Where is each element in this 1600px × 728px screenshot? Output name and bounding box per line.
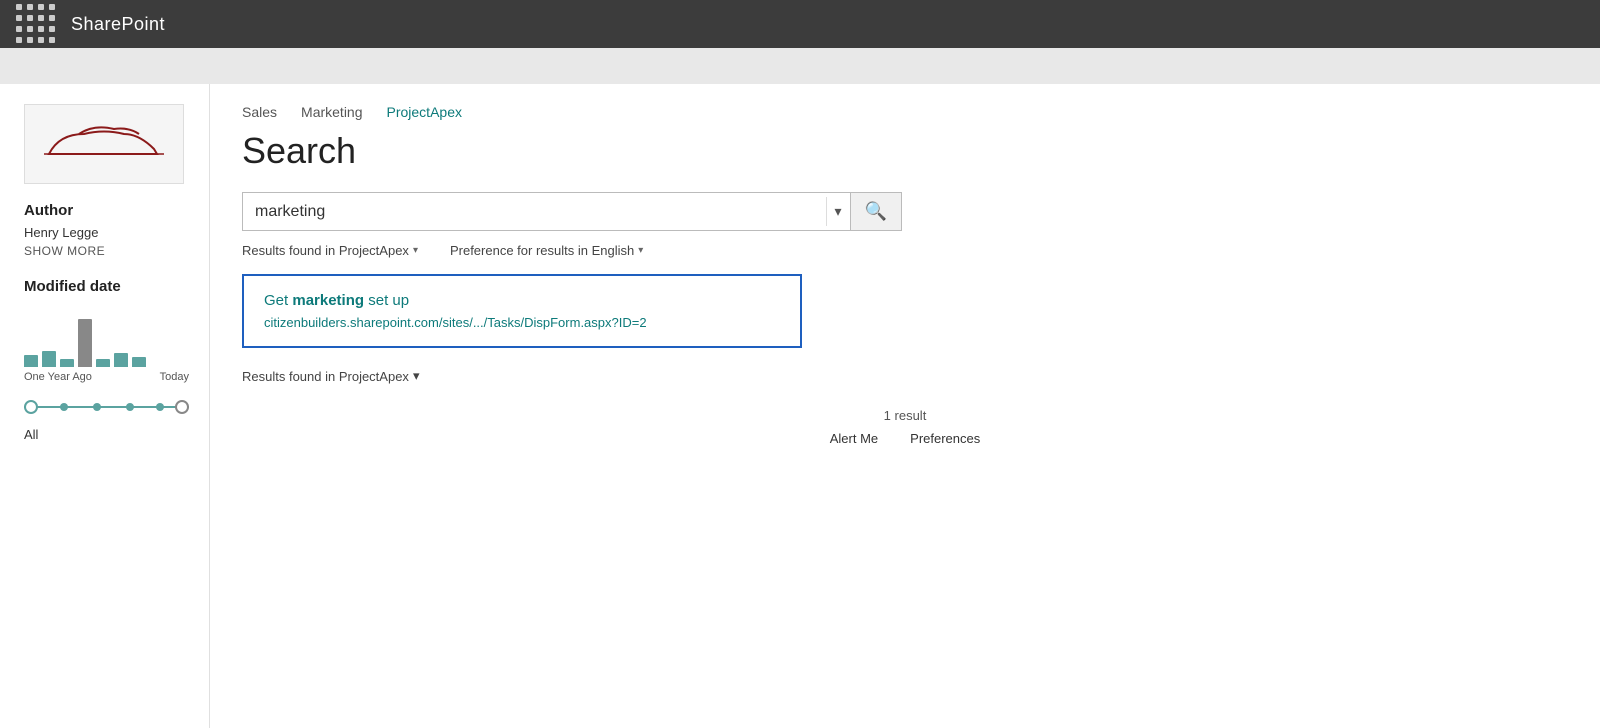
- bottom-links: Alert Me Preferences: [830, 431, 981, 446]
- scope-filter[interactable]: Results found in ProjectApex ▾: [242, 243, 418, 258]
- result-title: Get marketing set up: [264, 292, 780, 309]
- car-logo-svg: [39, 119, 169, 169]
- slider-dot-4[interactable]: [156, 403, 164, 411]
- sub-header-band: [0, 48, 1600, 84]
- language-filter-label: Preference for results in English: [450, 243, 634, 258]
- bar-chart-bars: [24, 307, 189, 367]
- slider-dot-3[interactable]: [126, 403, 134, 411]
- breadcrumb-sales[interactable]: Sales: [242, 104, 277, 120]
- filter-bar: Results found in ProjectApex ▾ Preferenc…: [242, 243, 1568, 258]
- slider-track: [24, 406, 189, 408]
- search-input[interactable]: [243, 195, 826, 229]
- second-scope-filter[interactable]: Results found in ProjectApex ▾: [242, 368, 1568, 384]
- all-label: All: [24, 427, 189, 442]
- apps-icon[interactable]: [16, 4, 57, 45]
- second-scope-chevron-icon: ▾: [413, 368, 420, 384]
- result-title-suffix: set up: [364, 292, 409, 309]
- main-content: Author Henry Legge SHOW MORE Modified da…: [0, 84, 1600, 728]
- result-count: 1 result: [884, 408, 927, 423]
- bar-5[interactable]: [96, 359, 110, 367]
- bar-2[interactable]: [42, 351, 56, 367]
- date-range-slider[interactable]: [24, 395, 189, 419]
- breadcrumb-marketing[interactable]: Marketing: [301, 104, 362, 120]
- search-icon: 🔍: [865, 201, 887, 221]
- bar-3[interactable]: [60, 359, 74, 367]
- top-navbar: SharePoint: [0, 0, 1600, 48]
- preferences-link[interactable]: Preferences: [910, 431, 980, 446]
- breadcrumb-projectapex[interactable]: ProjectApex: [387, 104, 462, 120]
- slider-thumb-left[interactable]: [24, 400, 38, 414]
- chevron-down-icon: ▾: [835, 203, 842, 219]
- breadcrumb: Sales Marketing ProjectApex: [242, 104, 1568, 120]
- site-logo: [24, 104, 184, 184]
- chart-label-left: One Year Ago: [24, 371, 92, 383]
- search-dropdown-button[interactable]: ▾: [826, 197, 850, 226]
- slider-thumb-right[interactable]: [175, 400, 189, 414]
- date-bar-chart: One Year Ago Today: [24, 307, 189, 387]
- sidebar: Author Henry Legge SHOW MORE Modified da…: [0, 84, 210, 728]
- language-chevron-icon: ▾: [638, 245, 643, 256]
- modified-date-title: Modified date: [24, 278, 189, 295]
- scope-filter-label: Results found in ProjectApex: [242, 243, 409, 258]
- author-name[interactable]: Henry Legge: [24, 225, 189, 240]
- bar-chart-labels: One Year Ago Today: [24, 371, 189, 383]
- bar-1[interactable]: [24, 355, 38, 367]
- bar-6[interactable]: [114, 353, 128, 367]
- slider-dot-2[interactable]: [93, 403, 101, 411]
- search-submit-button[interactable]: 🔍: [850, 193, 901, 230]
- second-scope-label: Results found in ProjectApex: [242, 369, 409, 384]
- slider-dot-1[interactable]: [60, 403, 68, 411]
- result-url[interactable]: citizenbuilders.sharepoint.com/sites/...…: [264, 315, 780, 330]
- author-section-title: Author: [24, 202, 189, 219]
- result-title-bold: marketing: [292, 292, 364, 309]
- bottom-bar: 1 result Alert Me Preferences: [242, 408, 1568, 446]
- language-filter[interactable]: Preference for results in English ▾: [450, 243, 643, 258]
- alert-me-link[interactable]: Alert Me: [830, 431, 878, 446]
- show-more-button[interactable]: SHOW MORE: [24, 244, 189, 258]
- search-bar: ▾ 🔍: [242, 192, 902, 231]
- bar-4[interactable]: [78, 319, 92, 367]
- app-title: SharePoint: [71, 14, 165, 35]
- bar-7[interactable]: [132, 357, 146, 367]
- chart-label-right: Today: [160, 371, 189, 383]
- page-title: Search: [242, 130, 1568, 172]
- result-title-prefix: Get: [264, 292, 292, 309]
- result-card[interactable]: Get marketing set up citizenbuilders.sha…: [242, 274, 802, 348]
- content-area: Sales Marketing ProjectApex Search ▾ 🔍 R…: [210, 84, 1600, 728]
- scope-chevron-icon: ▾: [413, 245, 418, 256]
